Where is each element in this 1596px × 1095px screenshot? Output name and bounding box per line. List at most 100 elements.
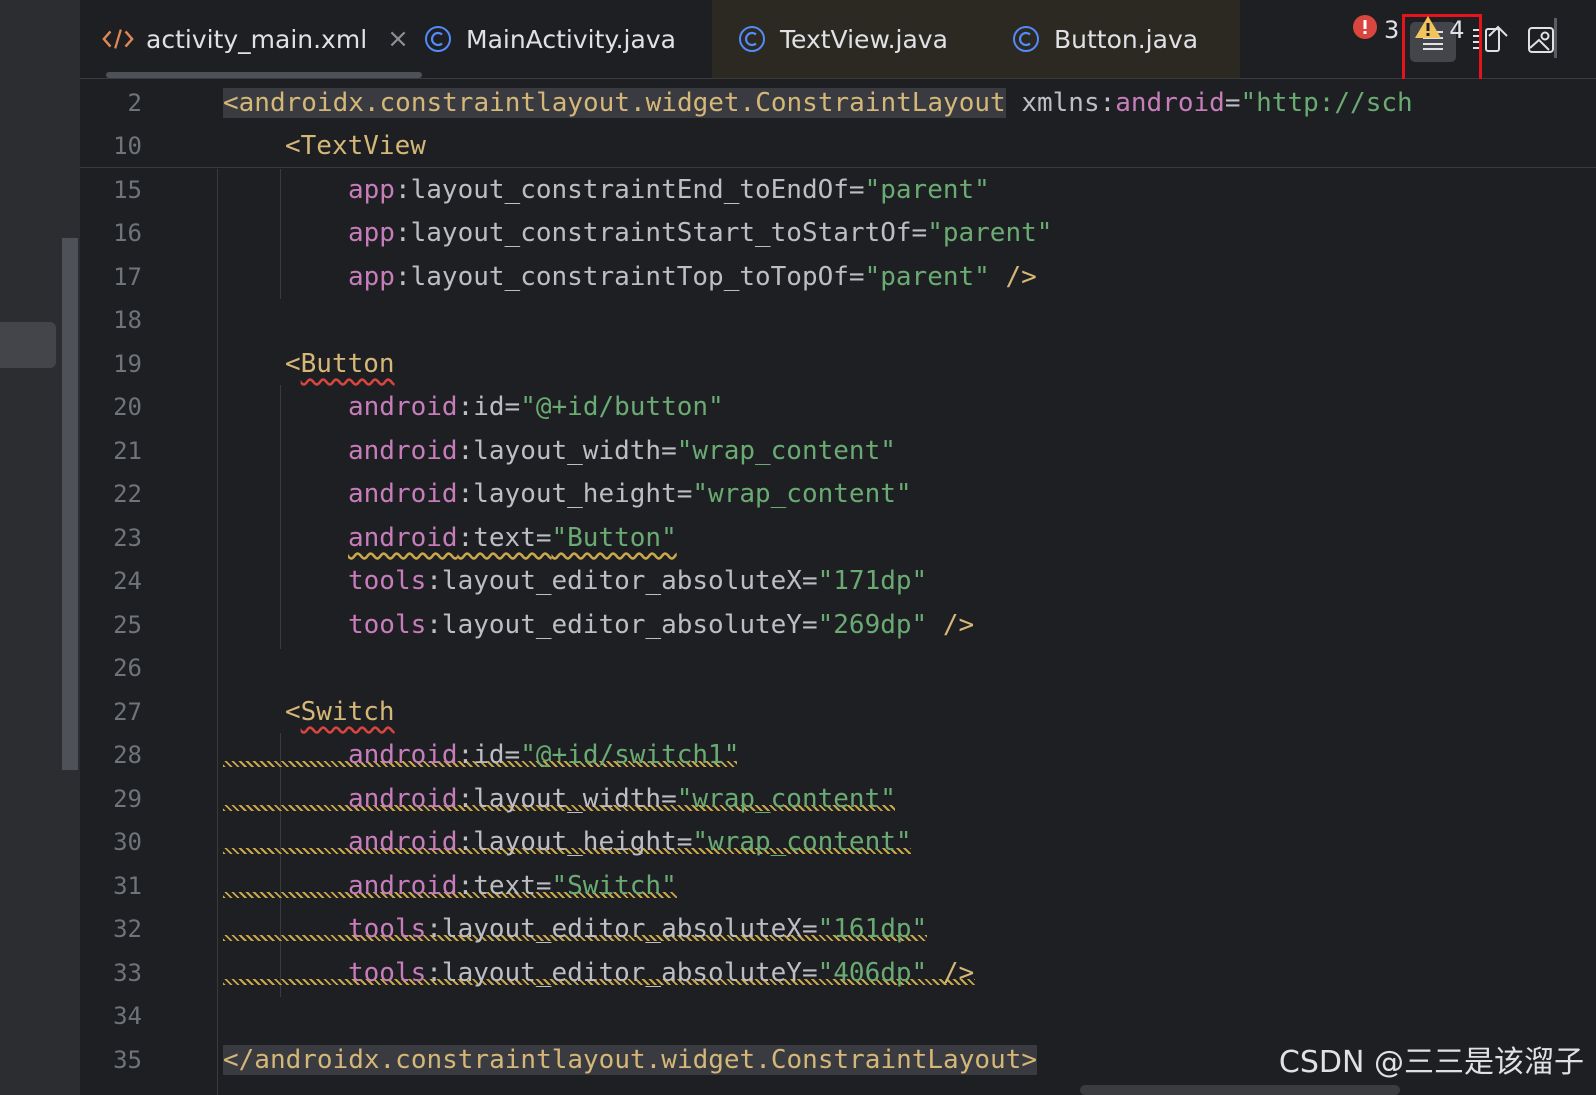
xml-code-icon	[102, 23, 134, 55]
code-token: "Button"	[551, 523, 677, 553]
tab-label: TextView.java	[780, 24, 948, 54]
code-token: :id=	[457, 740, 521, 770]
code-token: :layout_constraintTop_toTopOf=	[394, 262, 865, 292]
code-token: android	[348, 784, 458, 814]
chevron-up-icon[interactable]	[1487, 16, 1509, 44]
code-token: android	[348, 827, 458, 857]
code-token: <	[285, 697, 301, 727]
code-token: "wrap_content"	[676, 436, 896, 466]
code-token: :layout_editor_absoluteY=	[426, 958, 818, 988]
line-number: 31	[113, 872, 142, 900]
code-token: />	[927, 958, 975, 988]
code-token: :layout_editor_absoluteX=	[426, 566, 818, 596]
warning-icon	[1413, 14, 1443, 46]
line-number: 24	[113, 567, 142, 595]
code-token: tools	[348, 914, 427, 944]
code-token: />	[927, 610, 975, 640]
class-icon	[736, 23, 768, 55]
code-line-19: <Button	[285, 342, 395, 386]
code-editor[interactable]: 2 10 15 16 17 18 19 20 21 22 23 24 25 26…	[80, 79, 1596, 1095]
code-line-16: app:layout_constraintStart_toStartOf="pa…	[348, 211, 1052, 255]
code-token: "parent"	[864, 175, 990, 205]
code-token: Switch	[300, 697, 395, 727]
tool-strip-selected-item[interactable]	[0, 322, 56, 368]
code-token: "161dp"	[817, 914, 928, 944]
indent-guide	[280, 169, 281, 299]
tab-textview-java[interactable]: TextView.java	[712, 0, 992, 78]
code-token: android	[1115, 88, 1225, 118]
close-icon[interactable]: ×	[387, 24, 409, 54]
line-number: 25	[113, 611, 142, 639]
code-line-31: android:text="Switch"	[348, 864, 677, 908]
code-token: <	[285, 349, 301, 379]
code-token: "wrap_content"	[692, 827, 912, 857]
code-line-21: android:layout_width="wrap_content"	[348, 429, 896, 473]
code-line-28: android:id="@+id/switch1"	[348, 733, 739, 777]
code-token: "wrap_content"	[676, 784, 896, 814]
line-number: 15	[113, 176, 142, 204]
toolbar-divider	[1554, 18, 1557, 58]
code-token: app	[348, 218, 395, 248]
code-line-27: <Switch	[285, 690, 395, 734]
code-token: :layout_width=	[457, 436, 677, 466]
code-line-23: android:text="Button"	[348, 516, 677, 560]
code-token: "Switch"	[551, 871, 677, 901]
code-token: <TextView	[285, 131, 426, 161]
root-closing-tag: </androidx.constraintlayout.widget.Const…	[223, 1045, 1037, 1075]
code-token: :text=	[457, 871, 552, 901]
line-number: 20	[113, 393, 142, 421]
line-number: 32	[113, 915, 142, 943]
code-token: "parent"	[927, 218, 1053, 248]
code-token: :layout_constraintStart_toStartOf=	[394, 218, 928, 248]
indent-guide	[280, 385, 281, 649]
code-line-20: android:id="@+id/button"	[348, 385, 724, 429]
left-tool-strip	[0, 0, 80, 1095]
code-token: "@+id/switch1"	[520, 740, 740, 770]
watermark: CSDN @三三是该溜子	[1278, 1045, 1584, 1080]
design-view-icon	[1527, 26, 1555, 58]
line-number: 2	[127, 89, 142, 117]
line-number: 28	[113, 741, 142, 769]
code-line-15: app:layout_constraintEnd_toEndOf="parent…	[348, 168, 990, 212]
tool-strip-scrollbar[interactable]	[62, 238, 78, 770]
line-number: 10	[113, 132, 142, 160]
class-icon	[1010, 23, 1042, 55]
tab-label: MainActivity.java	[466, 24, 676, 54]
code-token: :layout_editor_absoluteY=	[426, 610, 818, 640]
indent-guide	[217, 169, 218, 1095]
line-number: 18	[113, 306, 142, 334]
horizontal-scrollbar[interactable]	[1080, 1085, 1400, 1095]
code-token: tools	[348, 610, 427, 640]
line-number: 23	[113, 524, 142, 552]
tab-label: Button.java	[1054, 24, 1199, 54]
code-line-25: tools:layout_editor_absoluteY="269dp" />	[348, 603, 974, 647]
active-tab-indicator	[106, 72, 422, 78]
tab-main-activity-java[interactable]: MainActivity.java	[422, 0, 712, 78]
code-token: "wrap_content"	[692, 479, 912, 509]
code-token: :layout_editor_absoluteX=	[426, 914, 818, 944]
code-token: :layout_height=	[457, 479, 693, 509]
line-number: 34	[113, 1002, 142, 1030]
code-token: :id=	[457, 392, 521, 422]
code-line-35: </androidx.constraintlayout.widget.Const…	[223, 1038, 1037, 1082]
code-line-32: tools:layout_editor_absoluteX="161dp"	[348, 907, 927, 951]
code-token: android	[348, 392, 458, 422]
inspections-widget[interactable]: 3 4	[1352, 14, 1509, 46]
code-token: =	[1224, 88, 1241, 118]
warning-count: 4	[1449, 16, 1465, 44]
root-tag: <androidx.constraintlayout.widget.Constr…	[223, 88, 1006, 118]
design-view-button[interactable]	[1518, 22, 1564, 62]
tab-label: activity_main.xml	[146, 24, 368, 54]
line-number: 30	[113, 828, 142, 856]
code-token: :layout_constraintEnd_toEndOf=	[394, 175, 865, 205]
line-number: 29	[113, 785, 142, 813]
line-number: 22	[113, 480, 142, 508]
line-number-gutter: 2 10 15 16 17 18 19 20 21 22 23 24 25 26…	[80, 79, 215, 1095]
code-line-33: tools:layout_editor_absoluteY="406dp" />	[348, 951, 974, 995]
code-line-17: app:layout_constraintTop_toTopOf="parent…	[348, 255, 1037, 299]
code-token: app	[348, 175, 395, 205]
tab-activity-main-xml[interactable]: activity_main.xml ×	[102, 0, 422, 78]
line-number: 33	[113, 959, 142, 987]
tab-button-java[interactable]: Button.java	[992, 0, 1240, 78]
code-token: tools	[348, 958, 427, 988]
